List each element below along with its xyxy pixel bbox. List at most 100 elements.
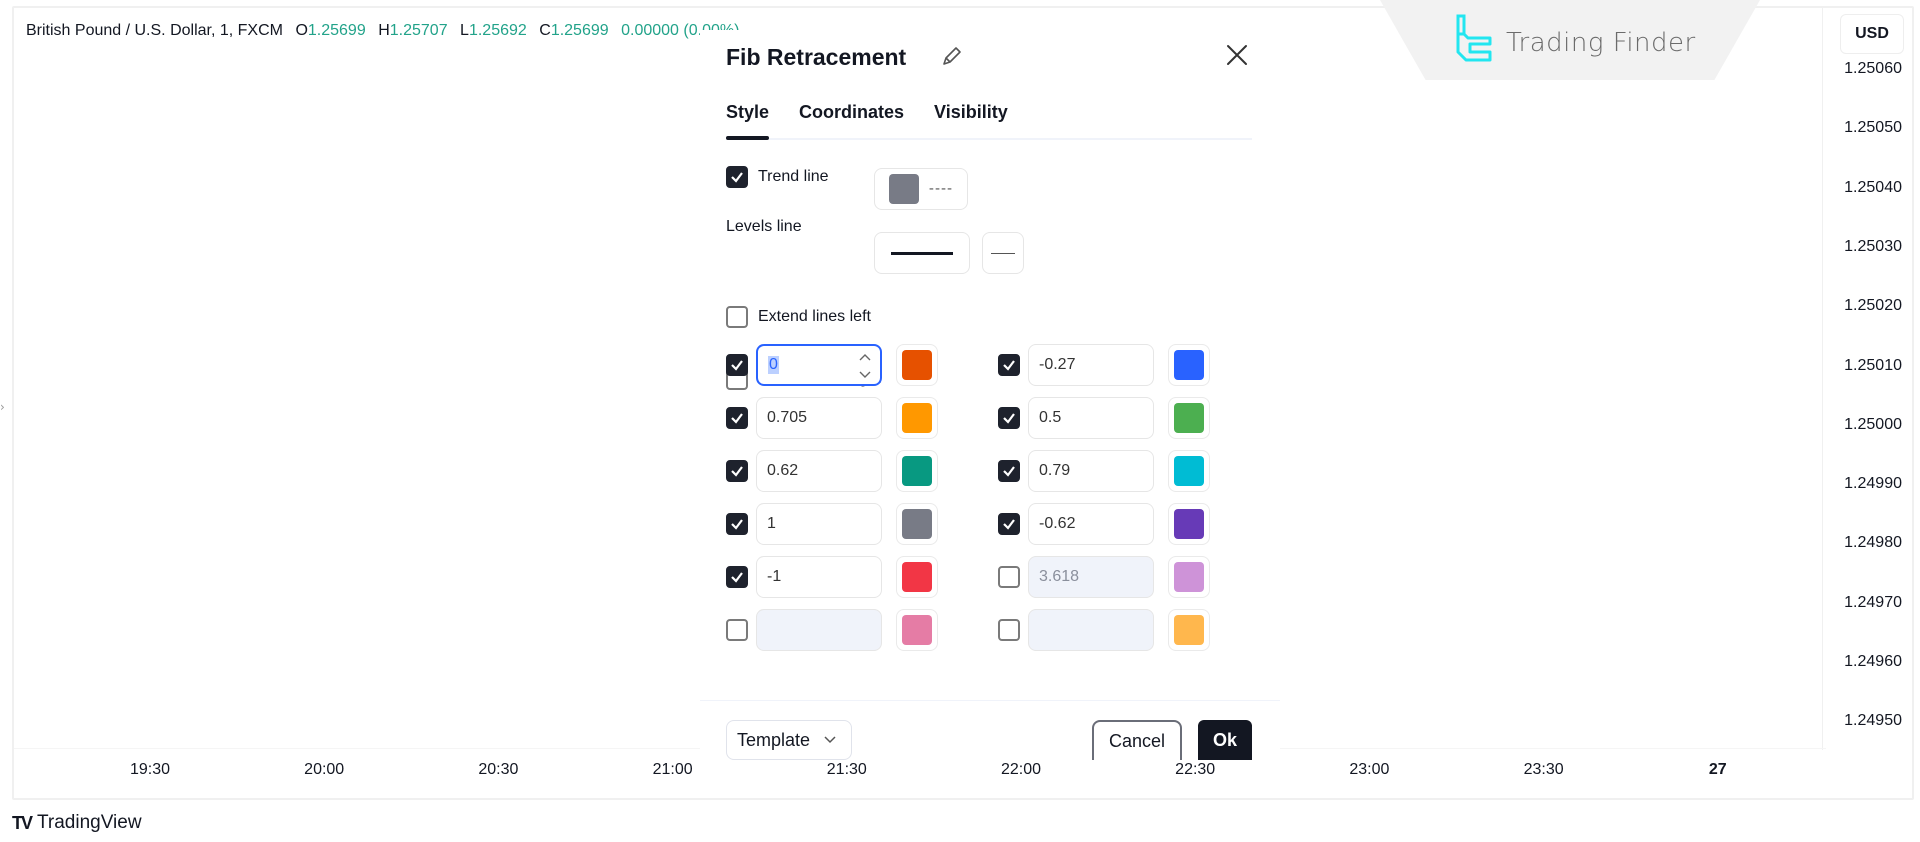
check-icon (731, 519, 743, 530)
open-value: 1.25699 (307, 22, 366, 39)
dialog-title: Fib Retracement (726, 44, 907, 70)
color-swatch (1174, 350, 1204, 380)
color-swatch (1174, 615, 1204, 645)
price-axis-label: 1.25000 (1844, 415, 1902, 433)
level-right-5-color-button[interactable] (1168, 609, 1210, 651)
color-swatch (902, 456, 932, 486)
color-swatch (1174, 403, 1204, 433)
tab-visibility[interactable]: Visibility (934, 102, 1008, 138)
level-left-3-color-button[interactable] (896, 503, 938, 545)
color-swatch (1174, 562, 1204, 592)
check-icon (731, 572, 743, 583)
level-value: -1 (767, 568, 782, 585)
level-left-2-checkbox[interactable] (726, 460, 748, 482)
chevron-down-icon (824, 736, 836, 744)
trend-line-checkbox[interactable] (726, 166, 748, 188)
level-right-3-color-button[interactable] (1168, 503, 1210, 545)
level-left-5-value-input[interactable] (756, 609, 882, 651)
level-left-3-checkbox[interactable] (726, 513, 748, 535)
level-left-5-checkbox[interactable] (726, 619, 748, 641)
price-axis-label: 1.25020 (1844, 297, 1902, 315)
template-dropdown[interactable]: Template (726, 720, 852, 760)
price-axis[interactable]: USD 1.25060 1.25050 1.25040 1.25030 1.25020 1… (1822, 8, 1912, 750)
levels-line-style-button[interactable] (982, 232, 1024, 274)
tradingview-brand[interactable]: TV TradingView (12, 812, 142, 834)
color-swatch (1174, 509, 1204, 539)
time-axis-label: 22:30 (1175, 761, 1216, 778)
trend-line-label: Trend line (758, 168, 829, 185)
extend-left-checkbox[interactable] (726, 306, 748, 328)
level-right-1-value-input[interactable]: 0.5 (1028, 397, 1154, 439)
low-label: L (460, 22, 469, 39)
level-value: 0 (768, 356, 779, 374)
level-right-2-checkbox[interactable] (998, 460, 1020, 482)
level-left-4-checkbox[interactable] (726, 566, 748, 588)
trend-line-color-swatch (888, 174, 919, 204)
trading-finder-logo-icon (1456, 14, 1492, 62)
price-axis-label: 1.24960 (1844, 653, 1902, 670)
levels-line-label-row: Levels line (726, 218, 802, 236)
pencil-icon[interactable] (938, 44, 964, 70)
tab-coordinates[interactable]: Coordinates (799, 102, 904, 138)
left-edge-handle: › (0, 400, 5, 414)
trend-line-style-button[interactable]: ---- (874, 168, 968, 210)
stepper-arrows-icon[interactable] (858, 349, 872, 383)
level-right-5-checkbox[interactable] (998, 619, 1020, 641)
level-right-0-checkbox[interactable] (998, 354, 1020, 376)
level-right-2-value-input[interactable]: 0.79 (1028, 450, 1154, 492)
level-left-1-value-input[interactable]: 0.705 (756, 397, 882, 439)
open-label: O (295, 22, 308, 39)
level-right-4-checkbox[interactable] (998, 566, 1020, 588)
levels-line-width-button[interactable] (874, 232, 970, 274)
currency-button[interactable]: USD (1840, 14, 1904, 54)
level-right-3-value-input[interactable]: -0.62 (1028, 503, 1154, 545)
check-icon (731, 172, 743, 183)
level-left-0-checkbox[interactable] (726, 354, 748, 376)
check-icon (1003, 466, 1015, 477)
ok-button[interactable]: Ok (1198, 720, 1252, 760)
extend-left-label: Extend lines left (758, 308, 871, 325)
level-left-0-color-button[interactable] (896, 344, 938, 386)
level-value: 0.5 (1039, 409, 1062, 426)
level-right-0-color-button[interactable] (1168, 344, 1210, 386)
color-swatch (902, 403, 932, 433)
check-icon (731, 413, 743, 424)
level-left-2-color-button[interactable] (896, 450, 938, 492)
level-left-4-value-input[interactable]: -1 (756, 556, 882, 598)
level-value: 0.79 (1039, 462, 1071, 479)
check-icon (1003, 413, 1015, 424)
trend-line-row: Trend line (726, 166, 829, 188)
level-left-3-value-input[interactable]: 1 (756, 503, 882, 545)
tradingview-logo-icon: TV (12, 812, 33, 833)
level-left-1-checkbox[interactable] (726, 407, 748, 429)
time-axis-label: 20:30 (478, 761, 519, 778)
level-left-1-color-button[interactable] (896, 397, 938, 439)
level-left-2-value-input[interactable]: 0.62 (756, 450, 882, 492)
price-axis-label: 1.24980 (1844, 534, 1902, 552)
price-axis-label: 1.24970 (1844, 593, 1902, 611)
high-value: 1.25707 (389, 22, 448, 39)
level-left-5-color-button[interactable] (896, 609, 938, 651)
level-right-2-color-button[interactable] (1168, 450, 1210, 492)
low-value: 1.25692 (468, 22, 527, 39)
level-right-5-value-input[interactable] (1028, 609, 1154, 651)
symbol-name: British Pound / U.S. Dollar, 1, FXCM (26, 22, 283, 39)
close-label: C (539, 22, 551, 39)
cancel-button[interactable]: Cancel (1092, 720, 1182, 760)
level-right-1-color-button[interactable] (1168, 397, 1210, 439)
price-axis-label: 1.24990 (1844, 475, 1902, 493)
levels-line-label: Levels line (726, 218, 802, 235)
close-icon[interactable] (1222, 40, 1252, 70)
level-value: 0.705 (767, 409, 808, 426)
price-axis-label: 1.25050 (1844, 119, 1902, 137)
level-left-4-color-button[interactable] (896, 556, 938, 598)
tab-style[interactable]: Style (726, 102, 770, 140)
level-right-4-color-button[interactable] (1168, 556, 1210, 598)
level-right-1-checkbox[interactable] (998, 407, 1020, 429)
level-right-3-checkbox[interactable] (998, 513, 1020, 535)
level-left-0-value-input[interactable]: 0 (756, 344, 882, 386)
time-axis-label: 20:00 (304, 761, 345, 778)
level-right-4-value-input[interactable]: 3.618 (1028, 556, 1154, 598)
dash-style-icon: ---- (928, 181, 954, 197)
level-right-0-value-input[interactable]: -0.27 (1028, 344, 1154, 386)
